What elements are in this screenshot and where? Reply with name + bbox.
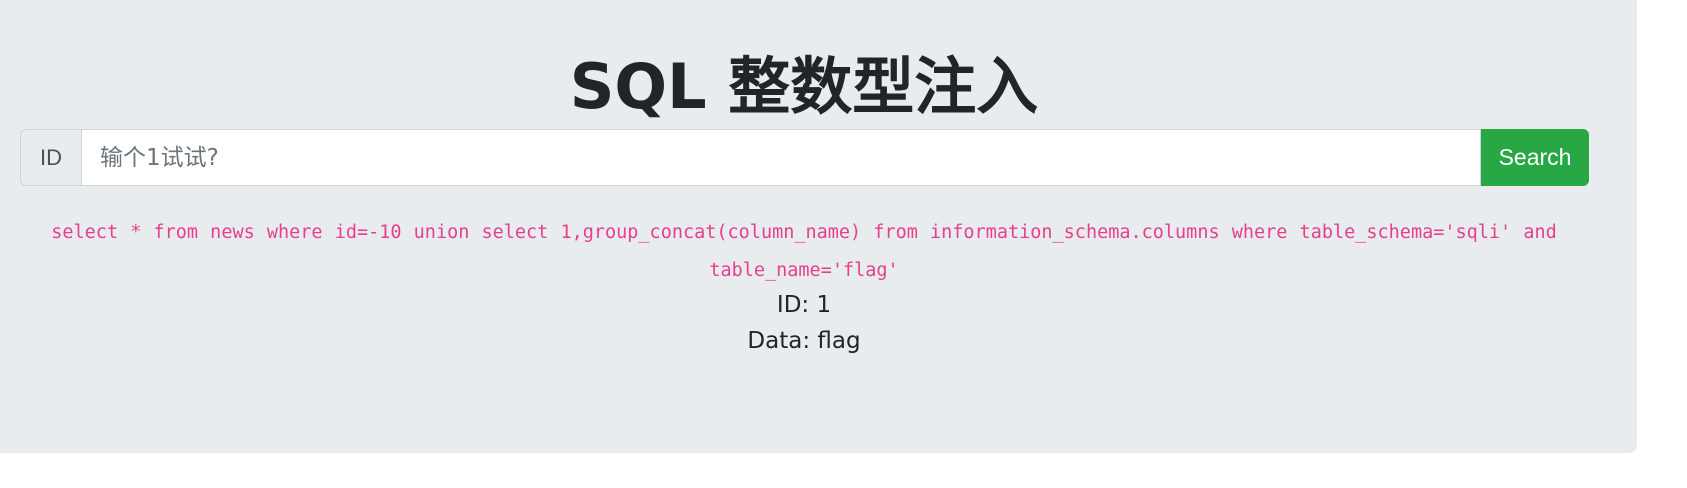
- id-field-wrapper: [81, 129, 1481, 186]
- jumbotron: SQL 整数型注入 ID Search select * from news w…: [0, 0, 1637, 453]
- id-input[interactable]: [82, 130, 1480, 185]
- result-id: ID: 1: [776, 292, 832, 318]
- page-title: SQL 整数型注入: [569, 50, 1039, 123]
- sql-query-text: select * from news where id=-10 union se…: [51, 222, 1557, 281]
- search-button[interactable]: Search: [1481, 129, 1589, 186]
- search-form: ID Search: [20, 129, 1589, 186]
- result-data: Data: flag: [747, 328, 861, 354]
- id-prefix-label: ID: [20, 129, 81, 186]
